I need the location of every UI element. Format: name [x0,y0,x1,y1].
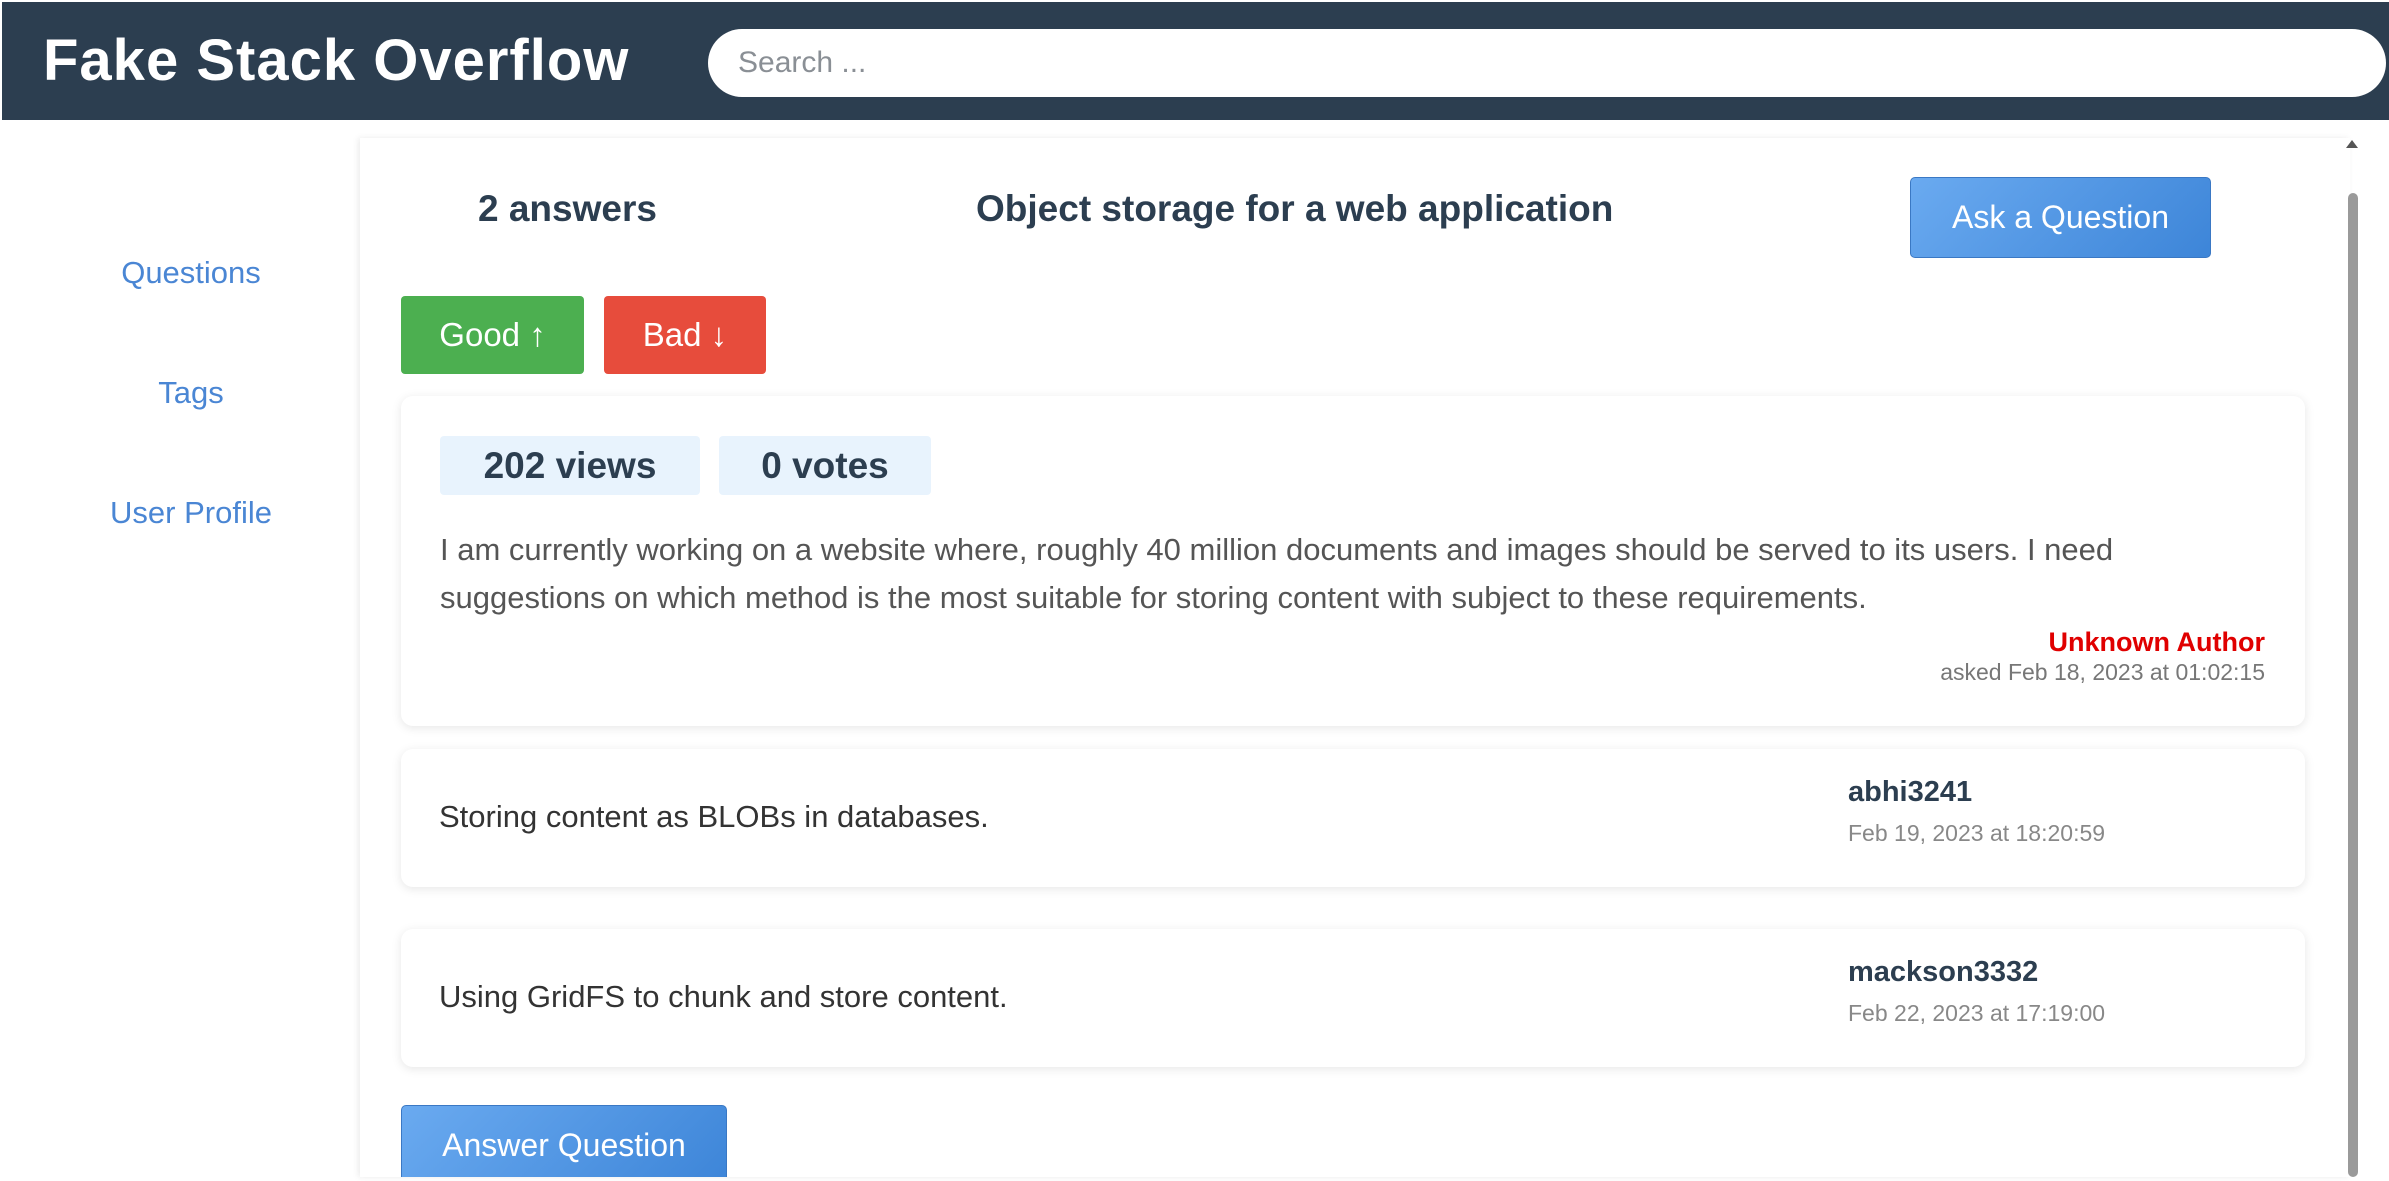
downvote-button[interactable]: Bad ↓ [604,296,766,374]
answer-question-button[interactable]: Answer Question [401,1105,727,1177]
sidebar: Questions Tags User Profile [0,122,360,1177]
answer-text: Using GridFS to chunk and store content. [439,979,1008,1014]
question-date: asked Feb 18, 2023 at 01:02:15 [1940,659,2265,685]
scrollbar[interactable] [2344,138,2362,1177]
sidebar-item-tags[interactable]: Tags [0,375,382,411]
question-detail-panel: 2 answers Object storage for a web appli… [360,138,2350,1177]
scrollbar-thumb[interactable] [2348,193,2358,1177]
scroll-up-arrow-icon[interactable] [2346,140,2358,148]
ask-question-button[interactable]: Ask a Question [1910,177,2211,258]
sidebar-item-user-profile[interactable]: User Profile [0,495,382,531]
app-logo[interactable]: Fake Stack Overflow [43,27,629,94]
question-text: I am currently working on a website wher… [440,532,2114,615]
answer-text: Storing content as BLOBs in databases. [439,799,989,834]
answer-date: Feb 19, 2023 at 18:20:59 [1848,820,2106,846]
question-author: Unknown Author [2048,627,2265,657]
question-title: Object storage for a web application [976,188,1614,229]
question-card: 202 views 0 votes I am currently working… [401,396,2305,726]
answer-date: Feb 22, 2023 at 17:19:00 [1848,1000,2106,1026]
views-count: 202 views [440,436,700,495]
votes-count: 0 votes [719,436,931,495]
answer-card: Using GridFS to chunk and store content.… [401,929,2305,1067]
answer-card: Storing content as BLOBs in databases. a… [401,749,2305,887]
sidebar-item-questions[interactable]: Questions [0,255,382,291]
answers-count: 2 answers [478,188,657,229]
search-input[interactable] [708,29,2386,97]
upvote-button[interactable]: Good ↑ [401,296,584,374]
answer-author: mackson3332 [1848,956,2039,988]
app-header: Fake Stack Overflow [2,2,2389,120]
answer-author: abhi3241 [1848,776,1973,808]
